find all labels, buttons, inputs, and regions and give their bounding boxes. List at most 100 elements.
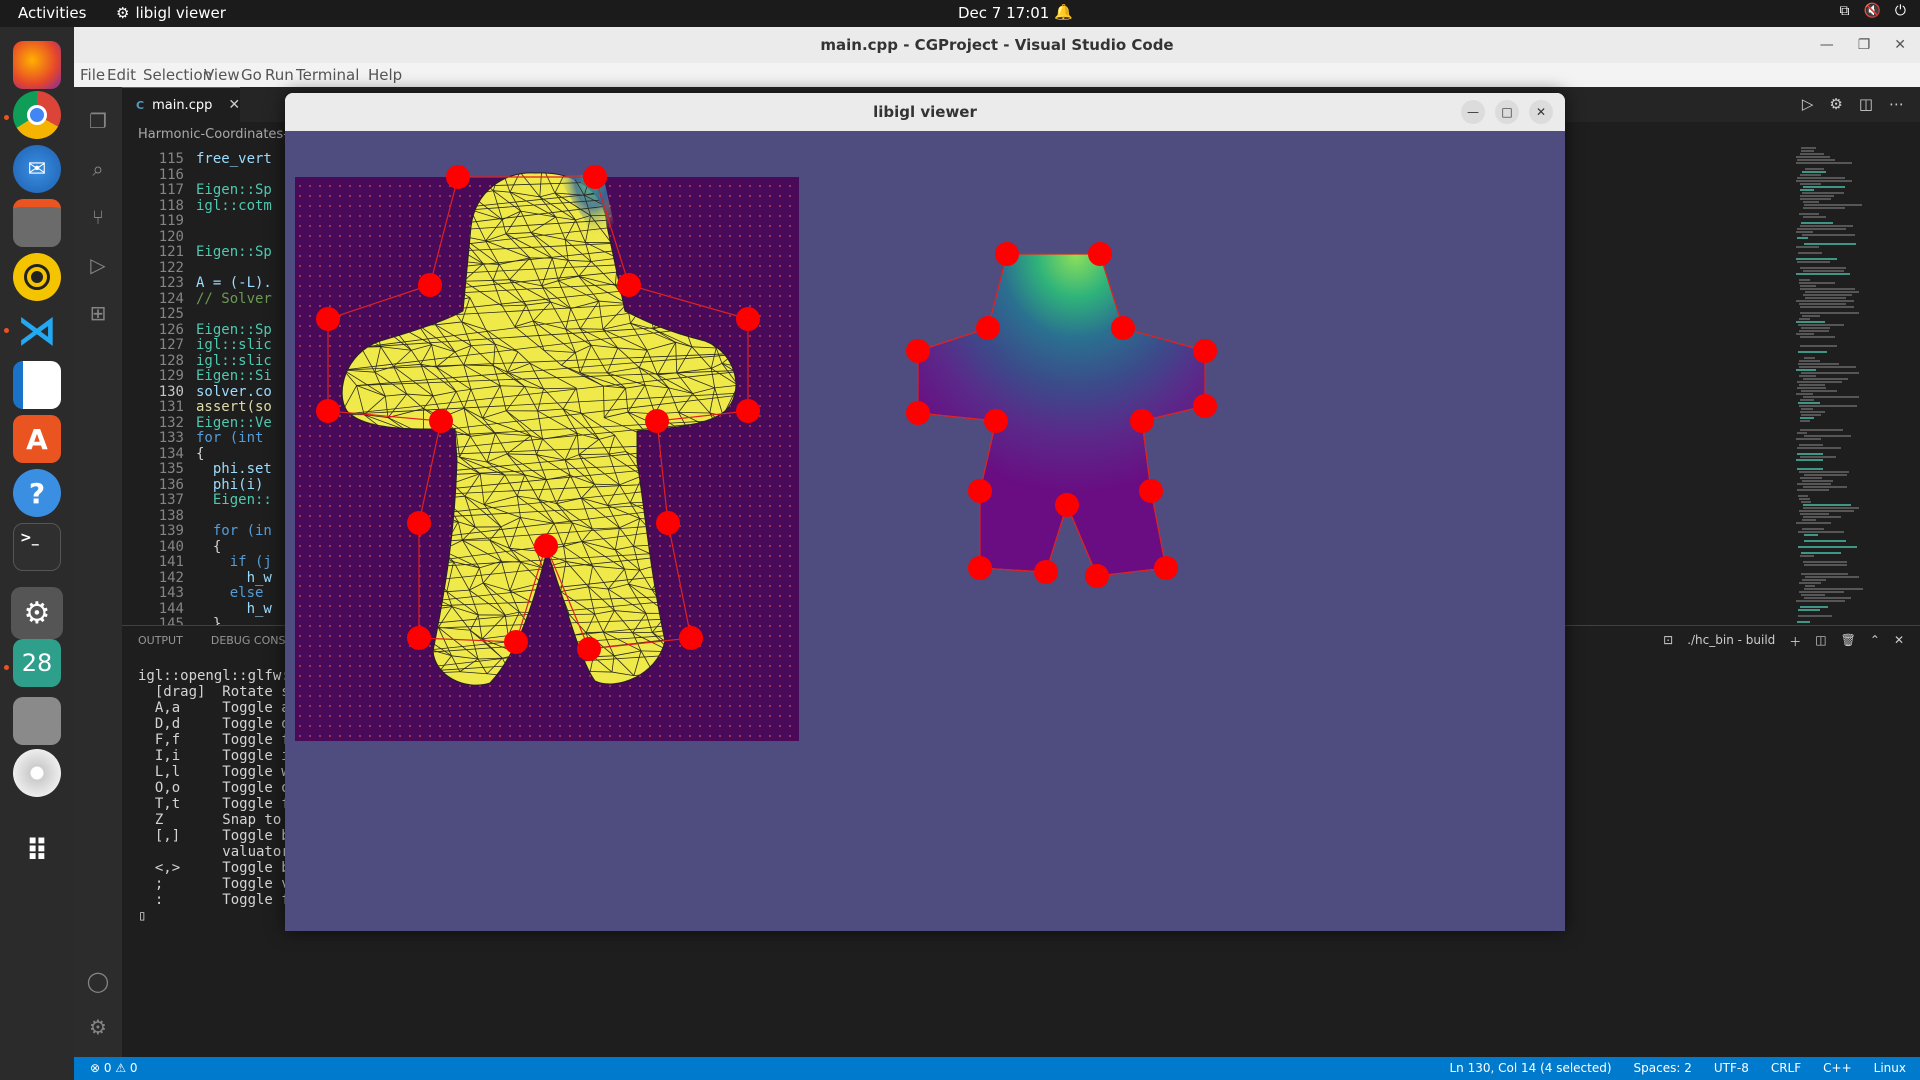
rhythmbox-icon[interactable] — [13, 253, 61, 301]
chrome-icon[interactable] — [13, 91, 61, 139]
new-terminal-icon[interactable]: ＋ — [1789, 633, 1801, 650]
minimap-line — [1797, 387, 1826, 389]
more-actions-icon[interactable]: ⋯ — [1889, 95, 1904, 113]
notification-bell-icon[interactable]: 🔔 — [1054, 3, 1073, 21]
minimap-line — [1800, 306, 1854, 308]
extensions-icon[interactable]: ⊞ — [86, 301, 110, 325]
menu-file[interactable]: File — [80, 66, 105, 84]
thunderbird-icon[interactable]: ✉ — [13, 145, 61, 193]
minimap-line — [1799, 582, 1821, 584]
viewer-close-icon[interactable]: ✕ — [1529, 100, 1553, 124]
minimap-line — [1796, 522, 1831, 524]
calendar-icon[interactable]: 28 — [13, 639, 61, 687]
line-number: 130 — [158, 383, 184, 400]
run-debug-icon[interactable]: ▷ — [86, 253, 110, 277]
code-text: else — [196, 585, 272, 601]
menu-selection[interactable]: Selection — [143, 66, 212, 84]
settings-gear-icon[interactable]: ⚙ — [1829, 95, 1842, 113]
activities-button[interactable]: Activities — [18, 4, 86, 22]
maximize-panel-icon[interactable]: ⌃ — [1870, 633, 1880, 650]
viewer-maximize-icon[interactable]: □ — [1495, 100, 1519, 124]
viewer-canvas[interactable] — [285, 131, 1565, 931]
minimap-line — [1801, 327, 1830, 329]
vscode-icon[interactable]: ⋊ — [13, 307, 61, 355]
encoding[interactable]: UTF-8 — [1714, 1061, 1749, 1075]
cursor-position[interactable]: Ln 130, Col 14 (4 selected) — [1449, 1061, 1611, 1075]
line-number: 145 — [158, 616, 184, 625]
minimap[interactable] — [1792, 145, 1908, 625]
status-bar: ⊗ 0 ⚠ 0 Ln 130, Col 14 (4 selected) Spac… — [74, 1057, 1920, 1080]
manage-gear-icon[interactable]: ⚙ — [86, 1015, 110, 1039]
help-icon[interactable]: ? — [13, 469, 61, 517]
tab-label: main.cpp — [152, 97, 213, 113]
running-indicator — [4, 665, 9, 670]
close-icon[interactable]: ✕ — [1894, 27, 1906, 63]
minimap-line — [1796, 321, 1825, 323]
run-icon[interactable]: ▷ — [1802, 95, 1814, 113]
minimap-line — [1801, 150, 1814, 152]
firefox-icon[interactable] — [13, 41, 61, 89]
viewer-title: libigl viewer — [873, 103, 977, 121]
menu-terminal[interactable]: Terminal — [296, 66, 359, 84]
settings-icon[interactable]: ⚙ — [11, 587, 63, 639]
control-point — [504, 630, 528, 654]
kill-terminal-icon[interactable]: 🗑 — [1841, 633, 1856, 650]
tab-debug-console[interactable]: DEBUG CONSO — [211, 634, 294, 647]
show-apps-icon[interactable]: ⠿ — [13, 827, 61, 875]
minimap-line — [1804, 588, 1863, 590]
control-point — [1034, 560, 1058, 584]
cpp-file-icon: C — [136, 98, 145, 112]
unknown-app-icon[interactable] — [13, 697, 61, 745]
menu-edit[interactable]: Edit — [107, 66, 136, 84]
minimap-line — [1800, 336, 1835, 338]
breadcrumb[interactable]: Harmonic-Coordinates-m — [138, 127, 301, 142]
dvd-icon[interactable] — [13, 749, 61, 797]
problems-indicator[interactable]: ⊗ 0 ⚠ 0 — [90, 1061, 138, 1075]
minimap-line — [1801, 501, 1811, 503]
account-icon[interactable]: ◯ — [86, 969, 110, 993]
search-icon[interactable]: ⌕ — [86, 157, 110, 181]
app-center-icon[interactable]: A — [13, 415, 61, 463]
indentation[interactable]: Spaces: 2 — [1634, 1061, 1692, 1075]
split-editor-icon[interactable]: ◫ — [1859, 95, 1873, 113]
clock[interactable]: Dec 7 17:01 — [958, 4, 1049, 22]
minimap-line — [1800, 183, 1821, 185]
viewer-scene[interactable] — [285, 131, 1565, 931]
app-menu[interactable]: ⚙ libigl viewer — [116, 4, 226, 22]
maximize-icon[interactable]: ❐ — [1858, 27, 1871, 63]
close-panel-icon[interactable]: ✕ — [1894, 633, 1904, 650]
tab-close-icon[interactable]: ✕ — [228, 97, 240, 113]
minimap-line — [1801, 222, 1833, 224]
mesh-edge — [542, 165, 568, 167]
system-tray[interactable]: ⧉ 🔇 ⏻ — [1839, 3, 1906, 19]
menu-run[interactable]: Run — [265, 66, 294, 84]
terminal-icon[interactable]: >_ — [13, 523, 61, 571]
viewer-minimize-icon[interactable]: — — [1461, 100, 1485, 124]
code-text: Eigen::Sp — [196, 321, 272, 338]
line-ending[interactable]: CRLF — [1771, 1061, 1801, 1075]
code-text: igl::cotm — [196, 197, 272, 214]
menu-help[interactable]: Help — [368, 66, 402, 84]
source-control-icon[interactable]: ⑂ — [86, 205, 110, 229]
split-terminal-icon[interactable]: ◫ — [1815, 633, 1826, 650]
terminal-name[interactable]: ./hc_bin - build — [1687, 633, 1775, 650]
menu-go[interactable]: Go — [241, 66, 262, 84]
editor-actions: ▷ ⚙ ◫ ⋯ — [1802, 95, 1904, 113]
minimap-line — [1797, 159, 1835, 161]
tab-output[interactable]: OUTPUT — [138, 634, 183, 647]
minimize-icon[interactable]: — — [1820, 27, 1834, 63]
mesh-edge — [406, 172, 424, 174]
platform[interactable]: Linux — [1874, 1061, 1906, 1075]
network-icon: ⧉ — [1839, 3, 1850, 19]
files-icon[interactable] — [13, 199, 61, 247]
line-number: 144 — [158, 600, 184, 617]
power-icon: ⏻ — [1894, 3, 1906, 19]
tab-main-cpp[interactable]: C main.cpp ✕ — [122, 87, 240, 122]
minimap-line — [1796, 393, 1813, 395]
control-point — [1055, 493, 1079, 517]
menu-view[interactable]: View — [204, 66, 240, 84]
writer-icon[interactable] — [13, 361, 61, 409]
language-mode[interactable]: C++ — [1823, 1061, 1852, 1075]
explorer-icon[interactable]: ❐ — [86, 109, 110, 133]
line-number: 133 — [158, 430, 184, 446]
